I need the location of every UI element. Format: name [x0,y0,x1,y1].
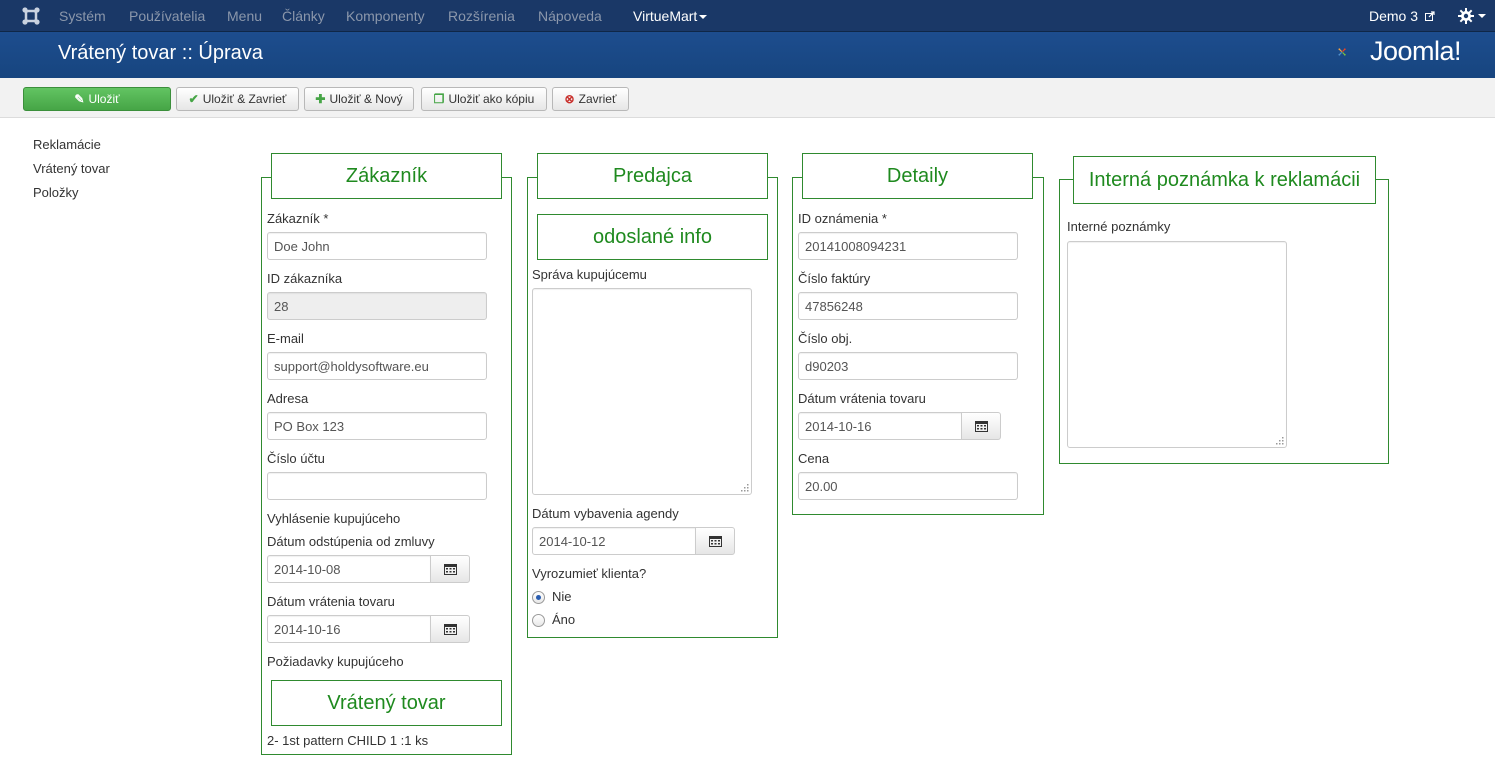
returned-item-text: 2- 1st pattern CHILD 1 :1 ks [267,733,429,748]
calendar-icon [975,421,988,432]
sidebar-item-claims[interactable]: Reklamácie [33,137,110,161]
check-icon: ✔ [188,92,199,106]
external-link-icon [1424,11,1435,21]
logo-text: Joomla! [1370,36,1462,66]
account-label: Číslo účtu [267,451,325,466]
details-return-date-input[interactable] [798,412,962,440]
order-input[interactable] [798,352,1018,380]
gear-icon[interactable] [1458,8,1474,24]
page-title: Vrátený tovar :: Úprava [58,42,263,64]
menu-users[interactable]: Používatelia [129,0,205,32]
notify-yes-radio[interactable] [532,614,545,627]
customer-name-label: Zákazník * [267,211,329,226]
menu-menus[interactable]: Menu [227,0,262,32]
save-close-button[interactable]: ✔ Uložiť & Zavrieť [176,87,299,111]
customer-return-date-input[interactable] [267,615,431,643]
close-button[interactable]: ⊗ Zavrieť [552,87,629,111]
sent-info-legend: odoslané info [537,214,768,260]
site-link[interactable]: Demo 3 [1369,0,1435,32]
save-label: Uložiť [88,92,120,106]
resize-grip-icon[interactable] [1274,435,1284,445]
seller-legend: Predajca [537,153,768,199]
customer-return-date-label: Dátum vrátenia tovaru [267,594,395,609]
site-link-label: Demo 3 [1369,8,1419,24]
toolbar: ✎ Uložiť ✔ Uložiť & Zavrieť ✚ Uložiť & Nový… [0,78,1495,118]
price-input[interactable] [798,472,1018,500]
save-new-label: Uložiť & Nový [329,92,403,106]
agenda-date-label: Dátum vybavenia agendy [532,506,679,521]
invoice-label: Číslo faktúry [798,271,871,286]
menu-system[interactable]: Systém [59,0,106,32]
customer-id-label: ID zákazníka [267,271,343,286]
calendar-icon [444,624,457,635]
save-new-button[interactable]: ✚ Uložiť & Nový [304,87,414,111]
customer-id-input [267,292,487,320]
resize-grip-icon[interactable] [739,482,749,492]
notice-id-label: ID oznámenia * [798,211,887,226]
requests-label: Požiadavky kupujúceho [267,654,404,669]
save-copy-label: Uložiť ako kópiu [448,92,535,106]
address-input[interactable] [267,412,487,440]
withdraw-date-input[interactable] [267,555,431,583]
joomla-menu-icon[interactable] [22,7,40,25]
chevron-down-icon [1478,14,1486,18]
save-button[interactable]: ✎ Uložiť [23,87,171,111]
email-label: E-mail [267,331,304,346]
notify-label: Vyrozumieť klienta? [532,566,647,581]
joomla-logo-icon [1338,48,1346,56]
invoice-input[interactable] [798,292,1018,320]
email-field[interactable] [267,352,487,380]
edit-icon: ✎ [74,92,85,106]
details-legend: Detaily [802,153,1033,199]
message-label: Správa kupujúcemu [532,267,647,282]
menu-help[interactable]: Nápoveda [538,0,602,32]
sidebar-item-items[interactable]: Položky [33,185,110,209]
internal-note-legend: Interná poznámka k reklamácii [1073,156,1376,204]
copy-icon: ❐ [433,92,445,106]
customer-legend: Zákazník [271,153,502,199]
calendar-icon [709,536,722,547]
close-label: Zavrieť [578,92,617,106]
internal-notes-label: Interné poznámky [1067,219,1171,234]
address-label: Adresa [267,391,309,406]
top-menu-bar: Systém Používatelia Menu Články Komponen… [0,0,1495,32]
sidebar: Reklamácie Vrátený tovar Položky [33,137,110,209]
internal-notes-textarea[interactable] [1067,241,1287,448]
agenda-date-input[interactable] [532,527,696,555]
sidebar-item-returned-goods[interactable]: Vrátený tovar [33,161,110,185]
order-label: Číslo obj. [798,331,853,346]
details-fieldset [792,177,1044,515]
details-return-date-label: Dátum vrátenia tovaru [798,391,926,406]
menu-extensions[interactable]: Rozšírenia [448,0,515,32]
withdraw-calendar-button[interactable] [430,555,470,583]
agenda-calendar-button[interactable] [695,527,735,555]
calendar-icon [444,564,457,575]
menu-articles[interactable]: Články [282,0,325,32]
withdraw-date-label: Dátum odstúpenia od zmluvy [267,534,435,549]
plus-icon: ✚ [315,92,326,106]
menu-components[interactable]: Komponenty [346,0,425,32]
customer-return-calendar-button[interactable] [430,615,470,643]
customer-name-input[interactable] [267,232,487,260]
page-header: Vrátený tovar :: Úprava Joomla! [0,32,1495,78]
close-icon: ⊗ [564,92,575,106]
message-textarea[interactable] [532,288,752,495]
menu-virtuemart[interactable]: VirtueMart [633,0,708,32]
declaration-label: Vyhlásenie kupujúceho [267,511,401,526]
account-input[interactable] [267,472,487,500]
details-return-calendar-button[interactable] [961,412,1001,440]
price-label: Cena [798,451,830,466]
notice-id-input[interactable] [798,232,1018,260]
notify-no-radio[interactable] [532,591,545,604]
chevron-down-icon [699,15,708,20]
returned-goods-legend: Vrátený tovar [271,680,502,726]
notify-yes-label[interactable]: Áno [552,612,575,627]
save-close-label: Uložiť & Zavrieť [202,92,287,106]
notify-no-label[interactable]: Nie [552,589,572,604]
menu-virtuemart-label: VirtueMart [633,8,698,24]
save-copy-button[interactable]: ❐ Uložiť ako kópiu [421,87,547,111]
